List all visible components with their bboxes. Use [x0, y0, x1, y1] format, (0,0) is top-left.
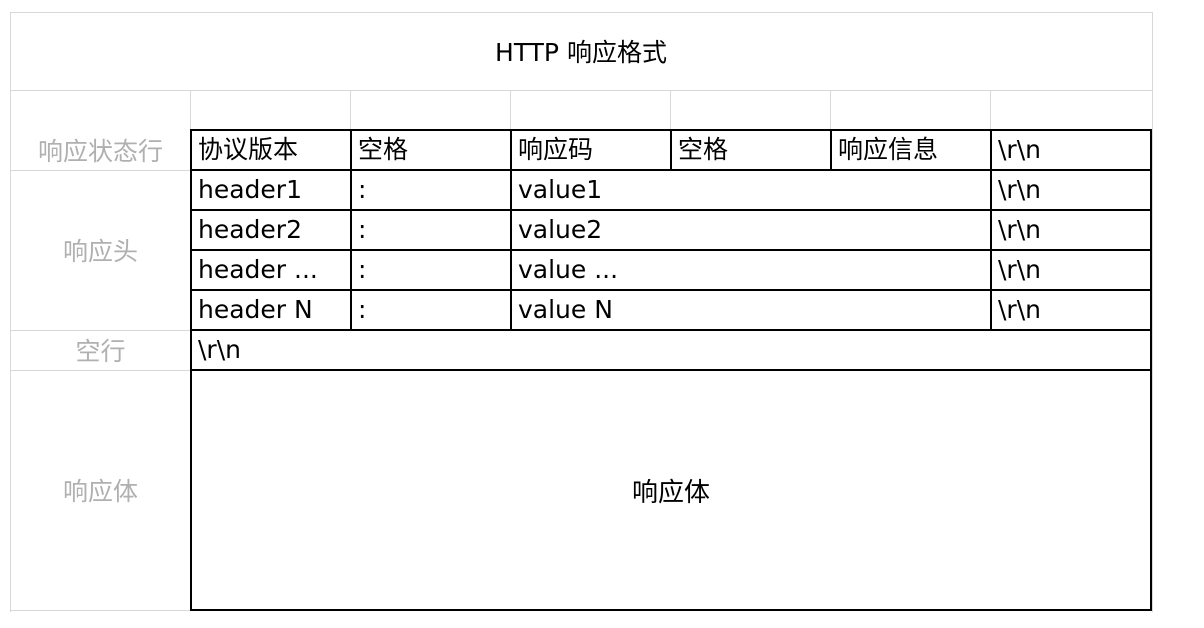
header-sep-cell: : — [358, 175, 367, 204]
row-label-blank-line: 空行 — [75, 337, 126, 366]
grid-line — [350, 90, 351, 130]
header-end-cell: \r\n — [998, 175, 1041, 204]
status-line-cell: 空格 — [358, 135, 409, 164]
grid-line — [10, 90, 1152, 91]
row-label-body: 响应体 — [62, 477, 138, 506]
grid-line — [990, 90, 991, 130]
body-label: 响应体 — [631, 477, 710, 508]
blank-line-cell: \r\n — [198, 335, 241, 364]
header-value-cell: value2 — [518, 215, 603, 244]
grid-line — [510, 90, 511, 130]
grid-line — [830, 90, 831, 130]
header-value-cell: value1 — [518, 175, 603, 204]
header-end-cell: \r\n — [998, 255, 1041, 284]
header-value-cell: value ... — [518, 255, 619, 284]
status-line-cell: \r\n — [998, 135, 1041, 164]
header-end-cell: \r\n — [998, 295, 1041, 324]
header-name-cell: header N — [198, 295, 313, 324]
grid-line — [670, 90, 671, 130]
header-name-cell: header ... — [198, 255, 318, 284]
grid-line — [1152, 12, 1153, 612]
header-sep-cell: : — [358, 215, 367, 244]
status-line-cell: 协议版本 — [198, 135, 299, 164]
header-end-cell: \r\n — [998, 215, 1041, 244]
row-label-status-line: 响应状态行 — [37, 137, 163, 166]
header-name-cell: header2 — [198, 215, 302, 244]
diagram-title: HTTP 响应格式 — [495, 38, 667, 67]
header-value-cell: value N — [518, 295, 613, 324]
status-line-cell: 空格 — [678, 135, 729, 164]
row-label-headers: 响应头 — [62, 237, 138, 266]
header-sep-cell: : — [358, 295, 367, 324]
header-name-cell: header1 — [198, 175, 302, 204]
status-line-cell: 响应码 — [518, 135, 594, 164]
header-sep-cell: : — [358, 255, 367, 284]
status-line-cell: 响应信息 — [838, 135, 939, 164]
grid-line — [190, 90, 191, 130]
